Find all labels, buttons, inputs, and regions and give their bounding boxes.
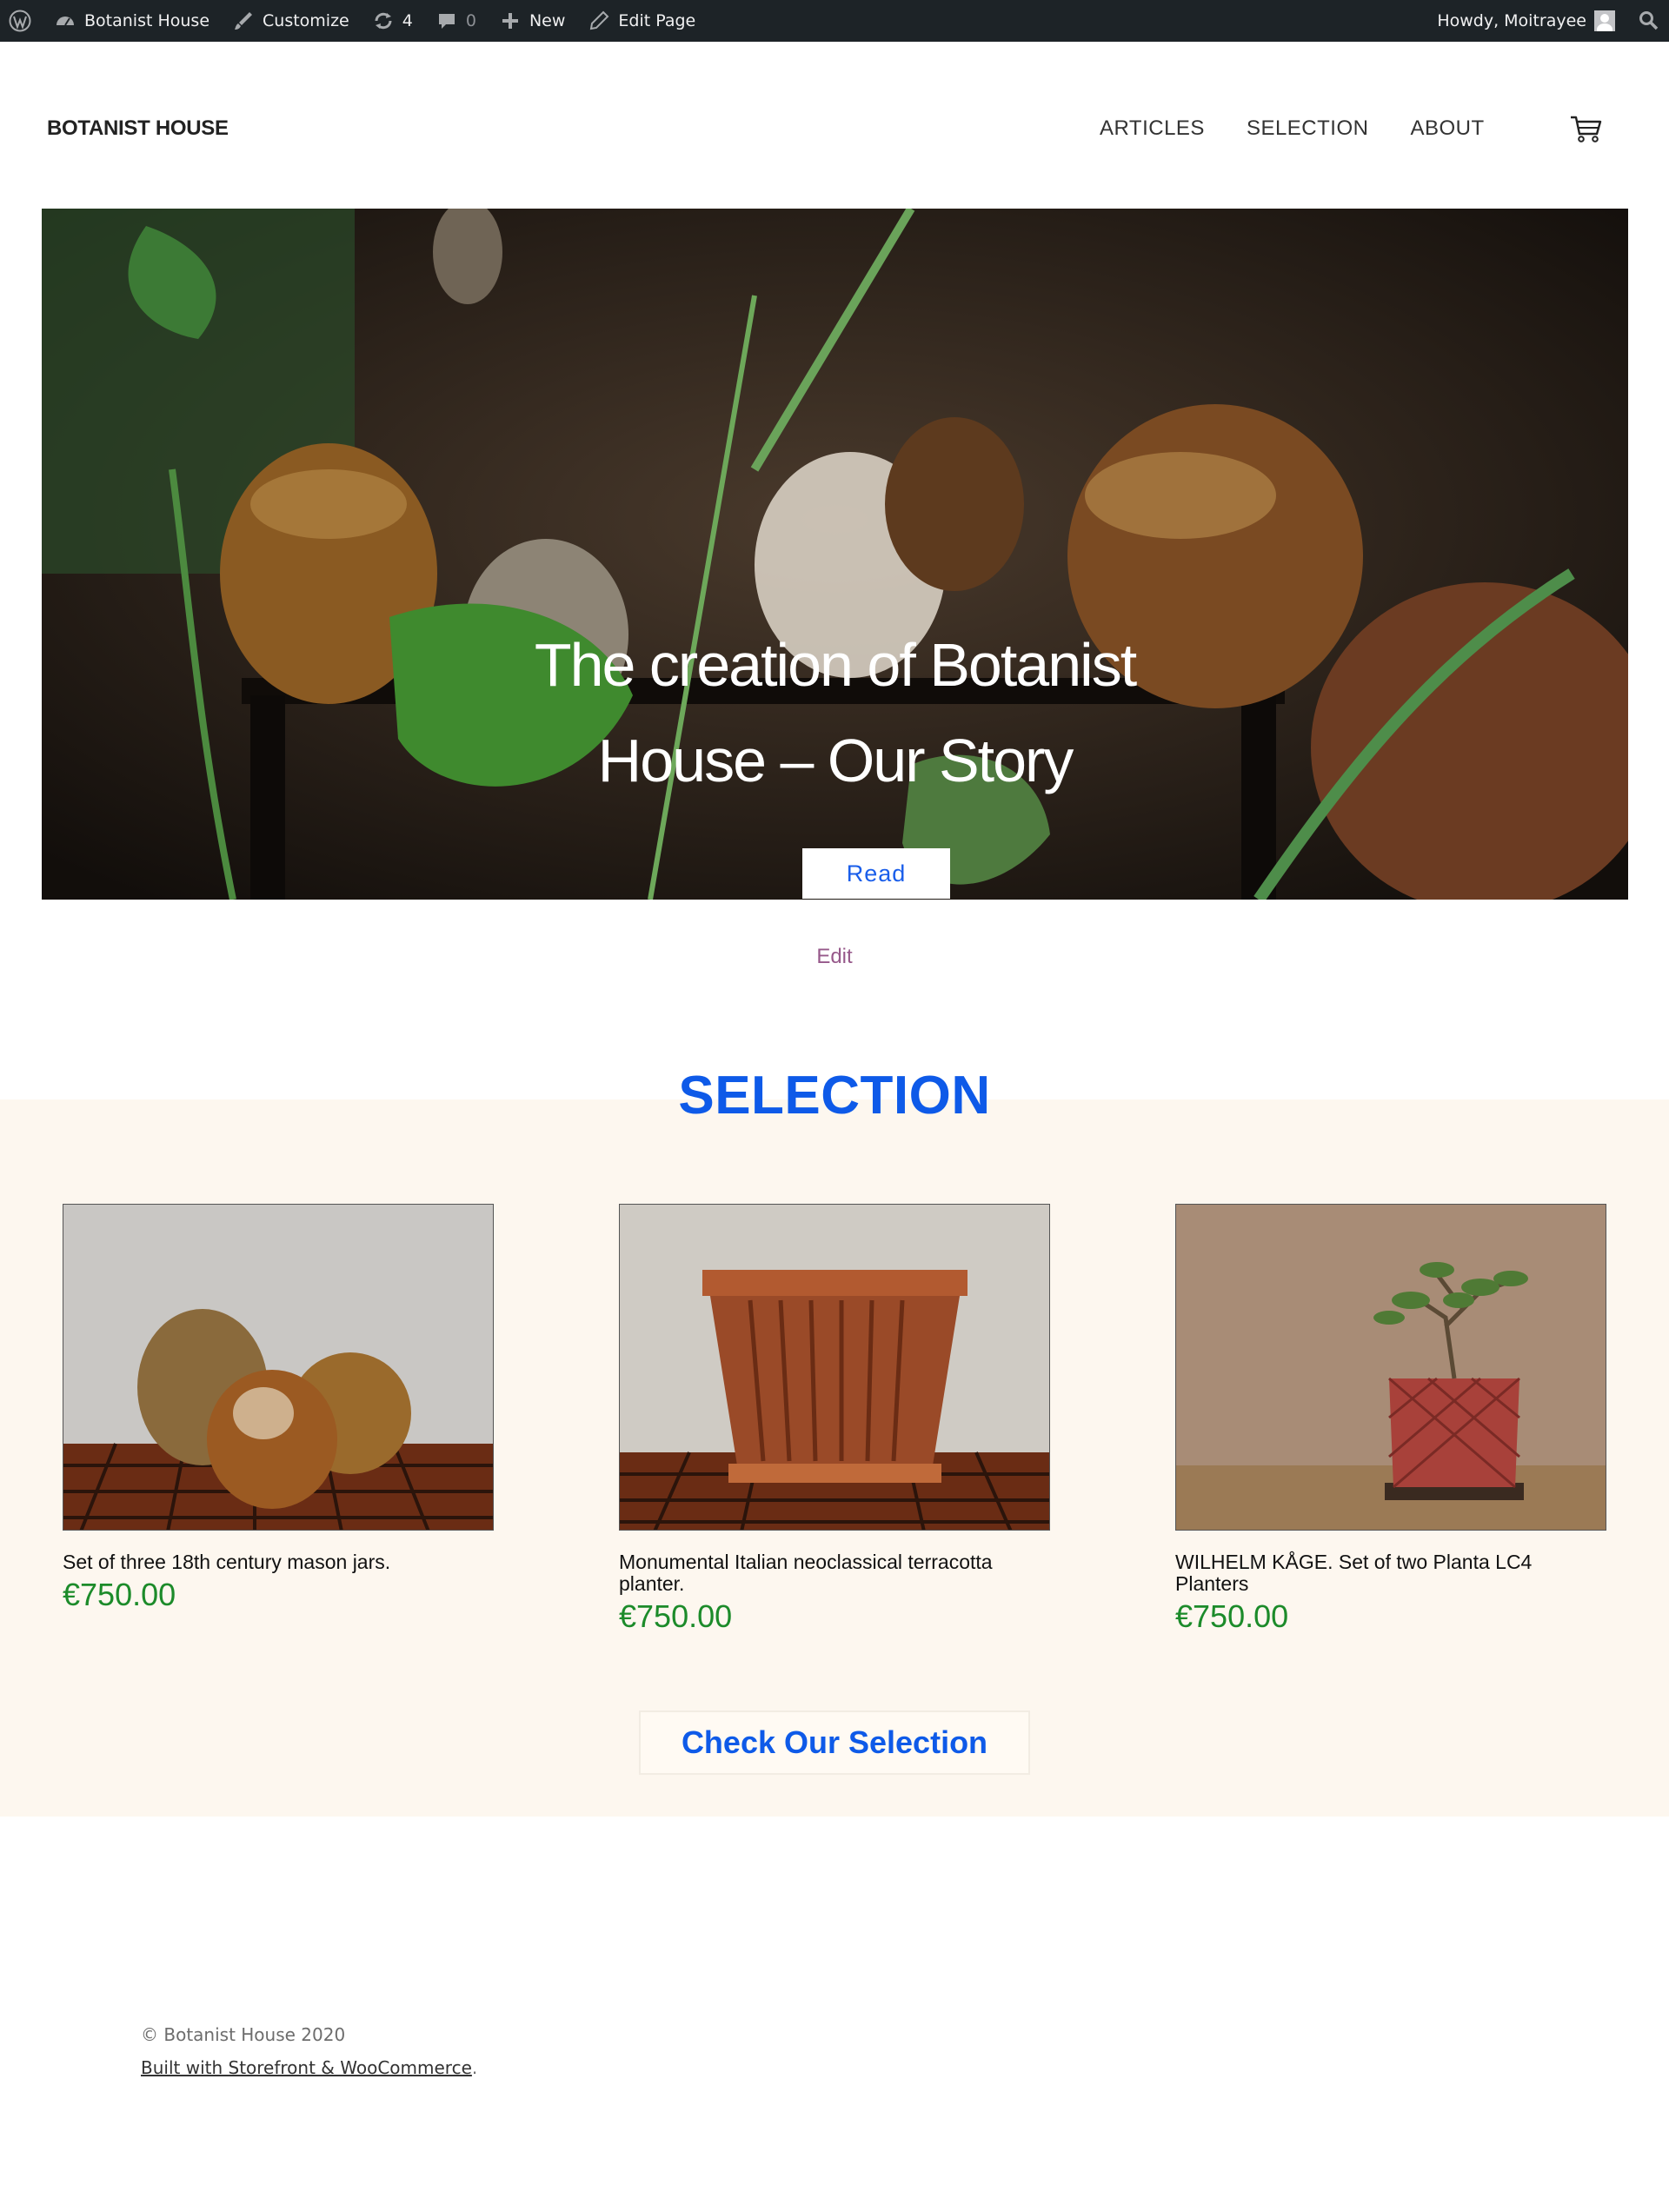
updates-menu[interactable]: 4: [361, 0, 424, 42]
planta-planters-image: [1176, 1205, 1606, 1530]
new-label: New: [529, 11, 566, 30]
site-name-label: Botanist House: [84, 11, 210, 30]
search-icon: [1639, 11, 1659, 30]
storefront-link[interactable]: Built with Storefront & WooCommerce: [141, 2057, 472, 2078]
updates-count: 4: [402, 11, 413, 30]
footer-period: .: [471, 2057, 478, 2078]
my-account-menu[interactable]: Howdy, Moitrayee: [1426, 0, 1626, 42]
product-price: €750.00: [63, 1577, 176, 1612]
admin-search-button[interactable]: [1626, 0, 1669, 42]
terracotta-planter-image: [620, 1205, 1049, 1530]
product-image[interactable]: [619, 1204, 1050, 1531]
check-selection-button[interactable]: Check Our Selection: [639, 1710, 1030, 1775]
product-image[interactable]: [63, 1204, 494, 1531]
product-name[interactable]: WILHELM KÅGE. Set of two Planta LC4 Plan…: [1175, 1551, 1606, 1595]
footer-copyright: © Botanist House 2020: [141, 2024, 346, 2045]
nav-item-selection[interactable]: SELECTION: [1247, 116, 1369, 141]
customize-label: Customize: [263, 11, 349, 30]
mason-jars-image: [63, 1205, 493, 1530]
edit-link[interactable]: Edit: [0, 945, 1669, 969]
admin-bar: Botanist House Customize 4 0 New Edit Pa…: [0, 0, 1669, 42]
plus-icon: [502, 13, 518, 29]
read-button[interactable]: Read: [802, 848, 950, 899]
updates-icon: [375, 12, 392, 30]
brush-icon: [235, 12, 253, 30]
pencil-icon: [590, 10, 609, 30]
product-name[interactable]: Monumental Italian neoclassical terracot…: [619, 1551, 1050, 1595]
comment-icon: [438, 14, 455, 29]
product-card[interactable]: WILHELM KÅGE. Set of two Planta LC4 Plan…: [1175, 1204, 1606, 1635]
product-image[interactable]: [1175, 1204, 1606, 1531]
primary-nav: ARTICLES SELECTION ABOUT: [1100, 116, 1485, 141]
product-name[interactable]: Set of three 18th century mason jars.: [63, 1551, 494, 1573]
comments-count: 0: [465, 11, 476, 30]
product-card[interactable]: Set of three 18th century mason jars. €7…: [63, 1204, 494, 1613]
wordpress-icon: [9, 10, 31, 32]
site-footer: © Botanist House 2020 Built with Storefr…: [141, 2018, 477, 2084]
hero-title: The creation of Botanist House – Our Sto…: [534, 631, 1137, 794]
dashboard-icon: [57, 17, 74, 26]
selection-title: SELECTION: [678, 1066, 991, 1126]
edit-page-label: Edit Page: [618, 11, 696, 30]
wordpress-logo-button[interactable]: [0, 0, 43, 42]
comments-menu[interactable]: 0: [424, 0, 488, 42]
nav-item-articles[interactable]: ARTICLES: [1100, 116, 1205, 141]
site-header: BOTANIST HOUSE ARTICLES SELECTION ABOUT: [0, 42, 1669, 209]
edit-page-menu[interactable]: Edit Page: [576, 0, 707, 42]
footer-credit: Built with Storefront & WooCommerce.: [141, 2051, 477, 2084]
product-price: €750.00: [1175, 1598, 1289, 1634]
nav-item-about[interactable]: ABOUT: [1410, 116, 1484, 141]
avatar: [1594, 10, 1615, 31]
site-name-menu[interactable]: Botanist House: [43, 0, 221, 42]
customize-menu[interactable]: Customize: [221, 0, 361, 42]
product-price: €750.00: [619, 1598, 733, 1634]
cart-icon[interactable]: [1569, 111, 1604, 146]
howdy-label: Howdy, Moitrayee: [1437, 11, 1586, 30]
new-content-menu[interactable]: New: [488, 0, 576, 42]
product-card[interactable]: Monumental Italian neoclassical terracot…: [619, 1204, 1050, 1635]
hero-banner: The creation of Botanist House – Our Sto…: [42, 209, 1628, 900]
site-brand-link[interactable]: BOTANIST HOUSE: [47, 116, 229, 141]
